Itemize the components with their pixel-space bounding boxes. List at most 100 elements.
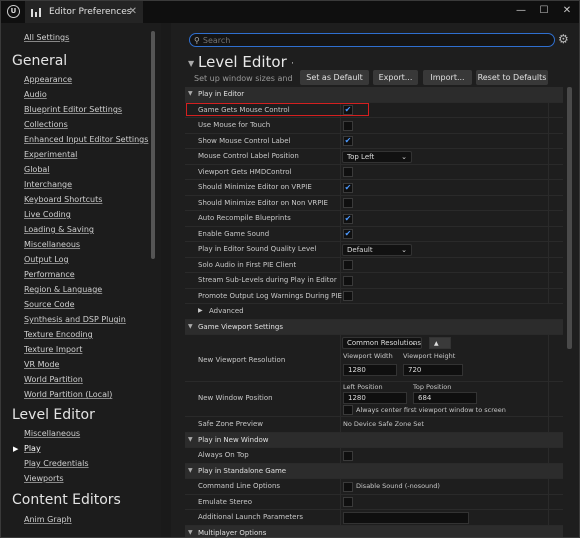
dropdown-value: Top Left	[347, 152, 375, 161]
sidebar-item-blueprint-editor-settings[interactable]: Blueprint Editor Settings	[24, 105, 122, 114]
sidebar-item-viewports[interactable]: Viewports	[24, 474, 64, 483]
search-icon: ⚲	[194, 35, 200, 45]
maximize-button[interactable]: ☐	[537, 5, 551, 16]
viewport-height-input[interactable]: 720	[403, 364, 463, 376]
should-minimize-editor-on-vrpie-checkbox[interactable]: ✔	[343, 182, 353, 193]
search-box[interactable]: ⚲	[189, 33, 555, 47]
always-center-label: Always center first viewport window to s…	[356, 406, 506, 414]
sidebar-item-loading-saving[interactable]: Loading & Saving	[24, 225, 94, 234]
sidebar-item-world-partition-local[interactable]: World Partition (Local)	[24, 390, 112, 399]
property-row: Additional Launch Parameters	[185, 510, 563, 526]
left-position-input[interactable]: 1280	[343, 392, 407, 404]
property-label: Stream Sub-Levels during Play in Editor	[198, 276, 337, 284]
sidebar-item-synthesis-and-dsp-plugin[interactable]: Synthesis and DSP Plugin	[24, 315, 126, 324]
property-row: Viewport Gets HMDControl	[185, 164, 563, 180]
sidebar-item-miscellaneous[interactable]: Miscellaneous	[24, 240, 80, 249]
collapse-arrow-icon[interactable]: ▼	[188, 529, 193, 536]
always-on-top-checkbox[interactable]	[343, 450, 353, 461]
set-as-default-button[interactable]: Set as Default	[300, 70, 369, 85]
property-row: New Viewport Resolution Common Resolution…	[185, 335, 563, 382]
disable-sound-checkbox[interactable]	[343, 481, 353, 492]
collapse-arrow-icon[interactable]: ▼	[188, 436, 193, 443]
sidebar-item-miscellaneous[interactable]: Miscellaneous	[24, 429, 80, 438]
collapse-arrow-icon[interactable]: ▼	[188, 59, 194, 68]
sidebar-item-play-credentials[interactable]: Play Credentials	[24, 459, 89, 468]
value-divider	[340, 242, 341, 257]
sidebar-item-live-coding[interactable]: Live Coding	[24, 210, 71, 219]
reset-divider	[548, 102, 549, 117]
sidebar-item-texture-import[interactable]: Texture Import	[24, 345, 82, 354]
sidebar-item-source-code[interactable]: Source Code	[24, 300, 75, 309]
reset-to-defaults-button[interactable]: Reset to Defaults	[476, 70, 548, 85]
sidebar-item-region-language[interactable]: Region & Language	[24, 285, 102, 294]
category-label: Game Viewport Settings	[198, 322, 283, 331]
export-button[interactable]: Export...	[373, 70, 418, 85]
viewport-width-input[interactable]: 1280	[343, 364, 397, 376]
tab-editor-preferences[interactable]: Editor Preferences ✕	[25, 1, 143, 23]
sidebar-item-play[interactable]: Play	[24, 444, 41, 453]
show-mouse-control-label-checkbox[interactable]: ✔	[343, 136, 353, 146]
tab-close-icon[interactable]: ✕	[129, 6, 137, 17]
sidebar-item-performance[interactable]: Performance	[24, 270, 75, 279]
sidebar-item-enhanced-input-editor-settings[interactable]: Enhanced Input Editor Settings	[24, 135, 148, 144]
play-in-editor-sound-quality-level-dropdown[interactable]: Default ⌄	[342, 243, 412, 256]
launch-parameters-input[interactable]	[343, 511, 469, 524]
sidebar-item-global[interactable]: Global	[24, 165, 50, 174]
use-mouse-for-touch-checkbox[interactable]	[343, 120, 353, 131]
always-center-checkbox[interactable]	[343, 405, 353, 415]
property-label: Mouse Control Label Position	[198, 152, 299, 160]
solo-audio-in-first-pie-client-checkbox[interactable]	[343, 260, 353, 270]
sidebar-item-experimental[interactable]: Experimental	[24, 150, 77, 159]
viewport-gets-hmdcontrol-checkbox[interactable]	[343, 167, 353, 177]
sidebar-item-vr-mode[interactable]: VR Mode	[24, 360, 59, 369]
category-play-in-standalone[interactable]: ▼ Play in Standalone Game	[185, 463, 563, 479]
details-scrollbar[interactable]	[567, 87, 572, 349]
category-play-in-editor[interactable]: ▼ Play in Editor	[185, 87, 563, 103]
category-game-viewport[interactable]: ▼ Game Viewport Settings	[185, 319, 563, 335]
image-icon[interactable]: ▲	[429, 337, 451, 349]
property-label: Should Minimize Editor on Non VRPIE	[198, 198, 328, 207]
reset-divider	[548, 288, 549, 303]
auto-recompile-blueprints-checkbox[interactable]: ✔	[343, 213, 353, 224]
collapse-arrow-icon[interactable]: ▼	[188, 323, 193, 330]
sidebar-item-interchange[interactable]: Interchange	[24, 180, 72, 189]
category-label: Play in Editor	[198, 90, 245, 98]
category-label: Play in New Window	[198, 435, 269, 444]
emulate-stereo-checkbox[interactable]	[343, 497, 353, 507]
promote-output-log-warnings-during-pie-checkbox[interactable]	[343, 291, 353, 301]
collapse-arrow-icon[interactable]: ▼	[188, 467, 193, 474]
category-play-in-new-window[interactable]: ▼ Play in New Window	[185, 432, 563, 448]
expand-arrow-icon[interactable]: ▶	[198, 307, 203, 314]
sidebar-item-texture-encoding[interactable]: Texture Encoding	[24, 330, 93, 339]
search-input[interactable]	[202, 35, 523, 45]
mouse-control-label-position-dropdown[interactable]: Top Left ⌄	[342, 150, 412, 163]
top-position-label: Top Position	[413, 383, 452, 391]
gear-icon[interactable]: ⚙	[558, 32, 569, 46]
collapse-arrow-icon[interactable]: ▼	[188, 90, 193, 97]
sidebar-item-keyboard-shortcuts[interactable]: Keyboard Shortcuts	[24, 195, 102, 204]
enable-game-sound-checkbox[interactable]: ✔	[343, 229, 353, 239]
sidebar-item-all-settings[interactable]: All Settings	[24, 33, 69, 42]
common-resolutions-dropdown[interactable]: Common Resolutions ⌄	[342, 337, 422, 349]
category-multiplayer-options[interactable]: ▼ Multiplayer Options	[185, 525, 563, 537]
top-position-input[interactable]: 684	[413, 392, 477, 404]
value-divider	[340, 257, 341, 272]
sidebar-item-world-partition[interactable]: World Partition	[24, 375, 83, 384]
sidebar-item-collections[interactable]: Collections	[24, 120, 68, 129]
reset-divider	[548, 335, 549, 381]
sidebar-item-appearance[interactable]: Appearance	[24, 75, 72, 84]
advanced-label[interactable]: Advanced	[209, 307, 244, 315]
stream-sub-levels-during-play-in-editor-checkbox[interactable]	[343, 275, 353, 286]
value-divider	[340, 195, 341, 210]
close-button[interactable]: ✕	[560, 5, 574, 16]
minimize-button[interactable]: —	[514, 5, 528, 16]
property-row: Use Mouse for Touch	[185, 118, 563, 134]
sidebar-item-audio[interactable]: Audio	[24, 90, 47, 99]
sidebar-item-anim-graph[interactable]: Anim Graph	[24, 515, 72, 524]
chevron-down-icon: ⌄	[411, 339, 417, 347]
import-button[interactable]: Import...	[423, 70, 472, 85]
settings-sliders-icon	[31, 7, 43, 17]
should-minimize-editor-on-non-vrpie-checkbox[interactable]	[343, 198, 353, 208]
sidebar-item-output-log[interactable]: Output Log	[24, 255, 69, 264]
sidebar-scrollbar[interactable]	[151, 31, 155, 259]
